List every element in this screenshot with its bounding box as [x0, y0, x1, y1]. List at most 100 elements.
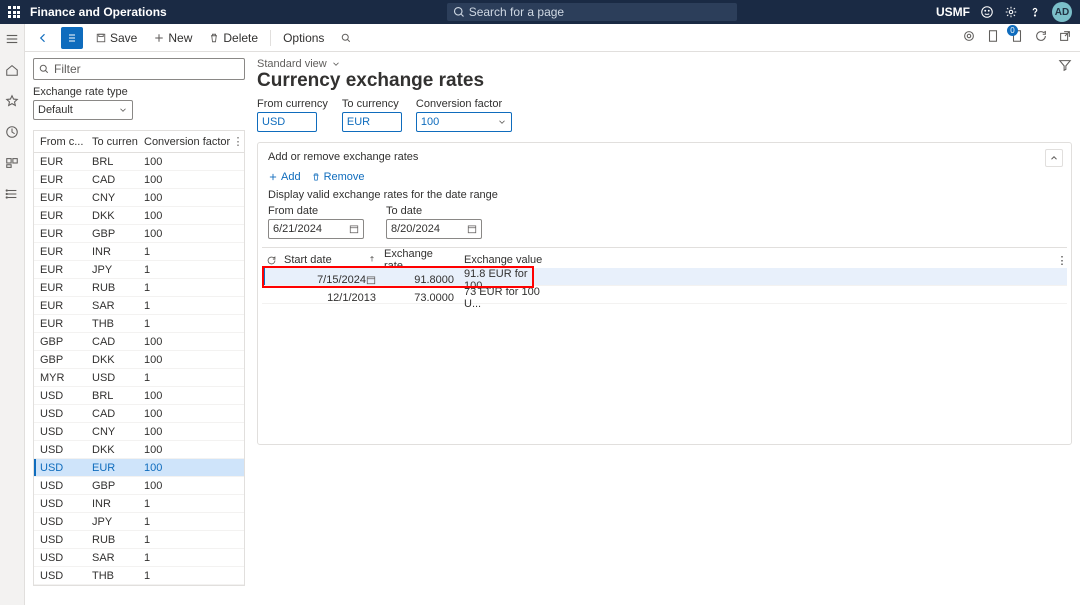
table-row[interactable]: USDJPY1 — [34, 513, 244, 531]
table-row[interactable]: USDTHB1 — [34, 567, 244, 585]
rate-type-select[interactable]: Default — [33, 100, 133, 120]
calendar-icon — [366, 275, 376, 285]
col-from[interactable]: From c... — [34, 136, 86, 148]
options-button[interactable]: Options — [279, 29, 328, 47]
col-exchange-value[interactable]: Exchange value — [460, 254, 548, 266]
from-date-label: From date — [268, 205, 364, 217]
to-date-input[interactable]: 8/20/2024 — [386, 219, 482, 239]
to-currency-input[interactable]: EUR — [342, 112, 402, 132]
app-title: Finance and Operations — [30, 5, 167, 19]
toolbar-separator — [270, 30, 271, 46]
col-more-icon[interactable]: ⋮ — [232, 135, 244, 148]
conversion-factor-select[interactable]: 100 — [416, 112, 512, 132]
smiley-icon[interactable] — [980, 5, 994, 19]
table-row[interactable]: EURCNY100 — [34, 189, 244, 207]
refresh-icon[interactable] — [262, 255, 280, 266]
delete-button[interactable]: Delete — [204, 29, 262, 47]
table-row[interactable]: USDEUR100 — [34, 459, 244, 477]
remove-rate-button[interactable]: Remove — [311, 171, 365, 183]
search-placeholder: Search for a page — [469, 5, 564, 19]
search-icon — [453, 6, 465, 18]
col-factor[interactable]: Conversion factor — [138, 136, 232, 148]
to-date-label: To date — [386, 205, 482, 217]
table-row[interactable]: USDCAD100 — [34, 405, 244, 423]
new-button[interactable]: New — [149, 29, 196, 47]
collapse-button[interactable] — [1045, 149, 1063, 167]
modules-icon[interactable] — [5, 187, 19, 204]
table-row[interactable]: USDRUB1 — [34, 531, 244, 549]
table-row[interactable]: USDCNY100 — [34, 423, 244, 441]
table-header: From c... To currency Conversion factor … — [34, 131, 244, 153]
table-row[interactable]: EURRUB1 — [34, 279, 244, 297]
workspace-icon[interactable] — [5, 156, 19, 173]
attach-icon[interactable] — [962, 29, 976, 46]
table-row[interactable]: 7/15/202491.800091.8 EUR for 100 ... — [262, 268, 1067, 286]
chevron-down-icon — [118, 105, 128, 115]
hamburger-icon[interactable] — [5, 32, 19, 49]
global-search-input[interactable]: Search for a page — [447, 3, 737, 21]
col-to[interactable]: To currency — [86, 136, 138, 148]
star-icon[interactable] — [5, 94, 19, 111]
back-button[interactable] — [33, 30, 53, 46]
table-row[interactable]: USDINR1 — [34, 495, 244, 513]
gear-icon[interactable] — [1004, 5, 1018, 19]
table-row[interactable]: USDGBP100 — [34, 477, 244, 495]
table-row[interactable]: EURCAD100 — [34, 171, 244, 189]
calendar-icon — [349, 224, 359, 234]
page-icon[interactable] — [986, 29, 1000, 46]
app-header: Finance and Operations Search for a page… — [0, 0, 1080, 24]
clock-icon[interactable] — [5, 125, 19, 142]
table-row[interactable]: EURBRL100 — [34, 153, 244, 171]
from-date-input[interactable]: 6/21/2024 — [268, 219, 364, 239]
table-row[interactable]: USDSAR1 — [34, 549, 244, 567]
save-button[interactable]: Save — [91, 29, 141, 47]
col-start-date[interactable]: Start date — [280, 254, 380, 266]
section-title: Add or remove exchange rates — [258, 143, 1071, 169]
search-icon — [38, 63, 50, 75]
add-rate-button[interactable]: Add — [268, 171, 301, 183]
date-range-hint: Display valid exchange rates for the dat… — [258, 187, 1071, 205]
popout-icon[interactable] — [1058, 29, 1072, 46]
table-row[interactable]: USDDKK100 — [34, 441, 244, 459]
table-row[interactable]: EURINR1 — [34, 243, 244, 261]
help-icon[interactable] — [1028, 5, 1042, 19]
col-more-icon[interactable]: ⋮ — [1053, 254, 1067, 267]
to-currency-label: To currency — [342, 98, 402, 110]
from-currency-label: From currency — [257, 98, 328, 110]
page-title: Currency exchange rates — [257, 70, 1072, 92]
find-button[interactable] — [336, 30, 356, 46]
exchange-rates-section: Add or remove exchange rates Add Remove … — [257, 142, 1072, 445]
waffle-icon[interactable] — [8, 6, 20, 18]
calendar-icon — [467, 224, 477, 234]
messages-badge: 0 — [1007, 25, 1018, 36]
chevron-down-icon — [497, 117, 507, 127]
left-nav-rail — [0, 24, 25, 605]
user-avatar[interactable]: AD — [1052, 2, 1072, 22]
action-toolbar: Save New Delete Options 0 — [25, 24, 1080, 52]
list-panel: Filter Exchange rate type Default From c… — [33, 58, 245, 597]
rate-type-label: Exchange rate type — [33, 86, 245, 98]
table-row[interactable]: 12/1/201373.000073 EUR for 100 U... — [262, 286, 1067, 304]
from-currency-input[interactable]: USD — [257, 112, 317, 132]
chevron-down-icon — [331, 59, 341, 69]
conversion-factor-label: Conversion factor — [416, 98, 512, 110]
table-row[interactable]: EURTHB1 — [34, 315, 244, 333]
detail-panel: Standard view Currency exchange rates Fr… — [257, 58, 1072, 597]
rate-table: Start date Exchange rate Exchange value … — [262, 247, 1067, 304]
table-header: Start date Exchange rate Exchange value … — [262, 248, 1067, 268]
currency-pair-table: From c... To currency Conversion factor … — [33, 130, 245, 586]
table-row[interactable]: GBPCAD100 — [34, 333, 244, 351]
table-row[interactable]: EURGBP100 — [34, 225, 244, 243]
table-row[interactable]: EURSAR1 — [34, 297, 244, 315]
edit-button[interactable] — [61, 27, 83, 49]
list-filter-input[interactable]: Filter — [33, 58, 245, 80]
table-row[interactable]: GBPDKK100 — [34, 351, 244, 369]
table-row[interactable]: MYRUSD1 — [34, 369, 244, 387]
table-row[interactable]: EURJPY1 — [34, 261, 244, 279]
company-label[interactable]: USMF — [936, 5, 970, 19]
refresh-icon[interactable] — [1034, 29, 1048, 46]
view-selector[interactable]: Standard view — [257, 58, 1072, 70]
table-row[interactable]: USDBRL100 — [34, 387, 244, 405]
home-icon[interactable] — [5, 63, 19, 80]
table-row[interactable]: EURDKK100 — [34, 207, 244, 225]
